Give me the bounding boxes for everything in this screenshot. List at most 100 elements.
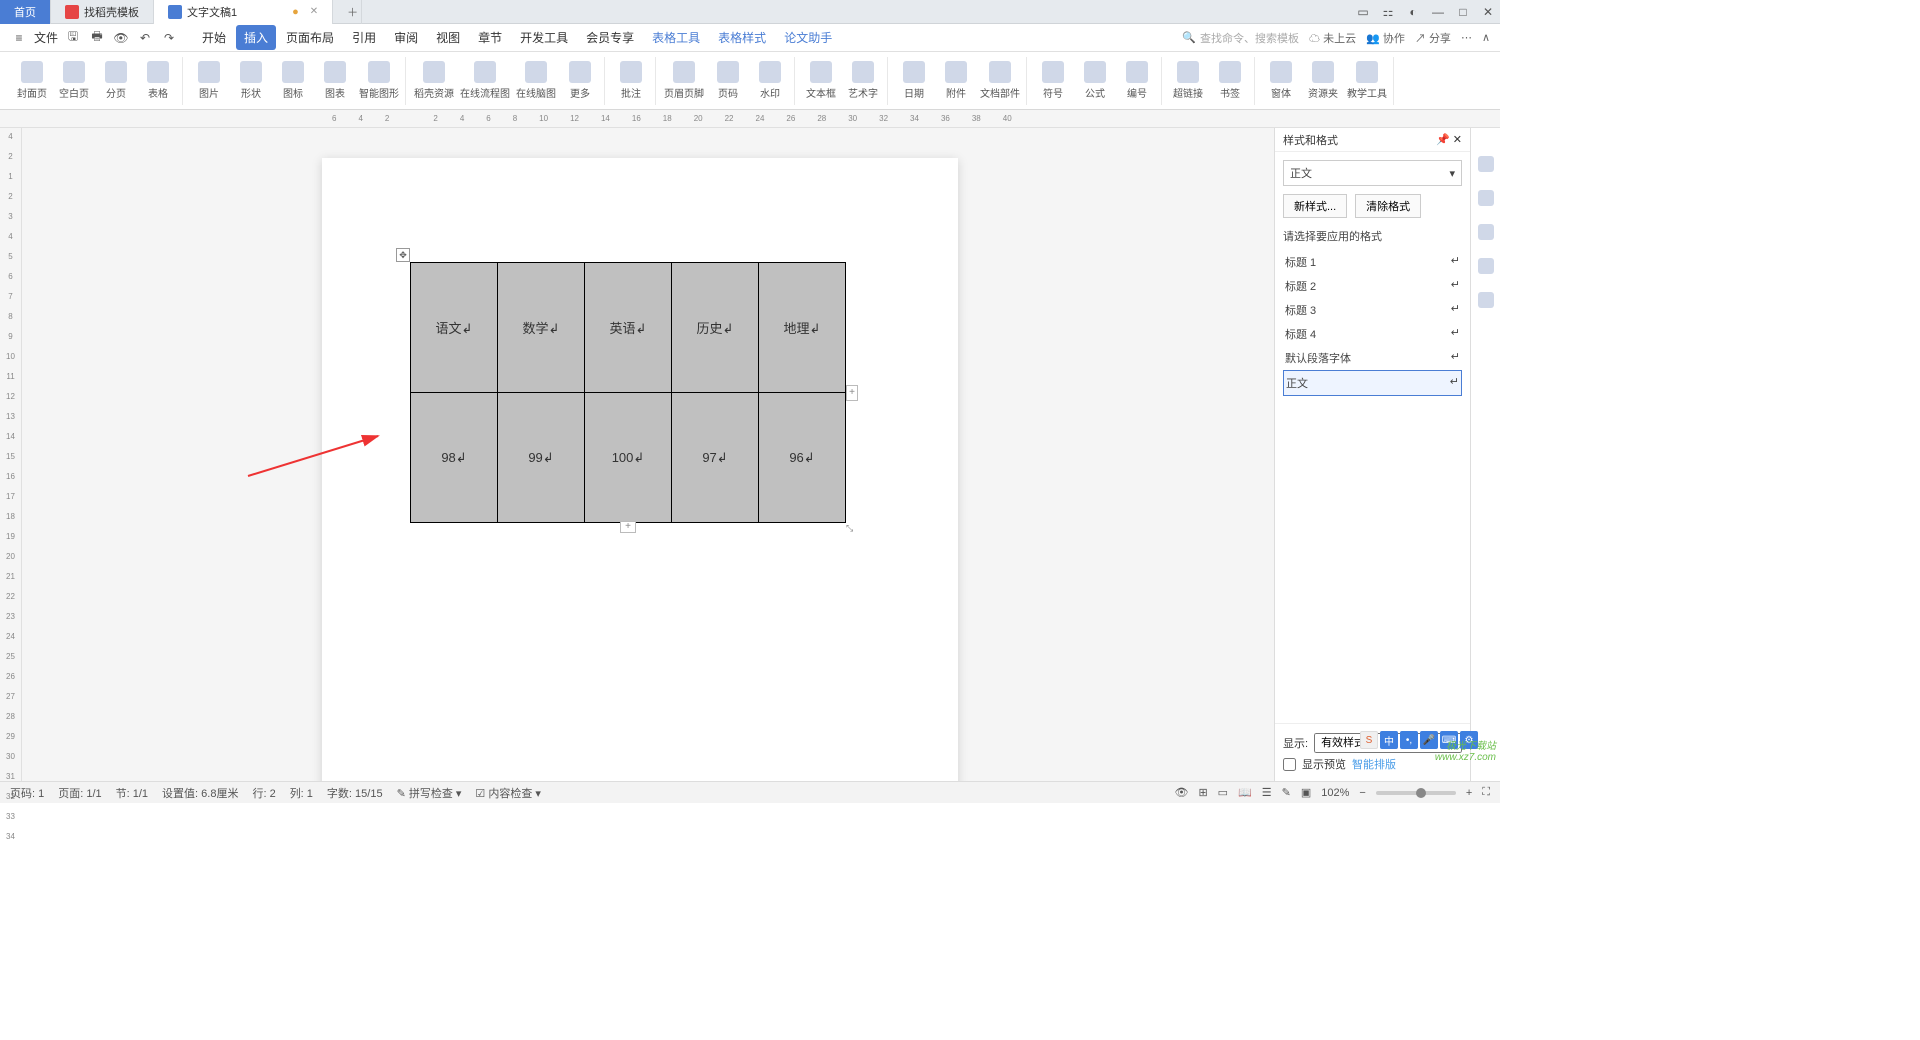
menu-tab-10[interactable]: 表格样式	[710, 25, 774, 50]
new-tab-button[interactable]: ＋	[333, 0, 362, 24]
menu-tab-4[interactable]: 审阅	[386, 25, 426, 50]
ribbon-文档部件[interactable]: 文档部件	[980, 61, 1020, 100]
ribbon-艺术字[interactable]: 艺术字	[845, 61, 881, 100]
menu-tab-11[interactable]: 论文助手	[776, 25, 840, 50]
table-cell[interactable]: 地理↲	[759, 263, 846, 393]
ribbon-公式[interactable]: 公式	[1077, 61, 1113, 100]
table-cell[interactable]: 数学↲	[498, 263, 585, 393]
menu-tab-2[interactable]: 页面布局	[278, 25, 342, 50]
cursor-icon[interactable]	[1478, 190, 1494, 206]
ribbon-更多[interactable]: 更多	[562, 61, 598, 100]
tab-home[interactable]: 首页	[0, 0, 51, 24]
ribbon-页码[interactable]: 页码	[710, 61, 746, 100]
style-item[interactable]: 正文↵	[1283, 370, 1462, 396]
document-area[interactable]: ✥ 语文↲数学↲英语↲历史↲地理↲ 98↲99↲100↲97↲96↲ + + ⤡	[22, 128, 1274, 781]
location-icon[interactable]	[1478, 258, 1494, 274]
page[interactable]: ✥ 语文↲数学↲英语↲历史↲地理↲ 98↲99↲100↲97↲96↲ + + ⤡	[322, 158, 958, 781]
ribbon-批注[interactable]: 批注	[613, 61, 649, 100]
ribbon-在线流程图[interactable]: 在线流程图	[460, 61, 510, 100]
ribbon-书签[interactable]: 书签	[1212, 61, 1248, 100]
menu-tab-0[interactable]: 开始	[194, 25, 234, 50]
view-grid-icon[interactable]: ⊞	[1198, 786, 1207, 799]
menubar-expand-icon[interactable]: ∧	[1482, 31, 1490, 44]
current-style-field[interactable]: 正文 ▾	[1283, 160, 1462, 186]
close-window-icon[interactable]: ✕	[1476, 0, 1500, 24]
view-web-icon[interactable]: ✎	[1282, 786, 1291, 799]
status-page[interactable]: 页面: 1/1	[58, 785, 101, 801]
add-col-button[interactable]: +	[846, 385, 858, 401]
table-cell[interactable]: 语文↲	[411, 263, 498, 393]
ribbon-附件[interactable]: 附件	[938, 61, 974, 100]
ribbon-智能图形[interactable]: 智能图形	[359, 61, 399, 100]
style-item[interactable]: 标题 4↵	[1283, 322, 1462, 346]
ribbon-图表[interactable]: 图表	[317, 61, 353, 100]
fullscreen-icon[interactable]: ⛶	[1482, 786, 1490, 799]
style-item[interactable]: 默认段落字体↵	[1283, 346, 1462, 370]
pin-icon[interactable]: 📌	[1436, 134, 1450, 146]
ribbon-稻壳资源[interactable]: 稻壳资源	[414, 61, 454, 100]
menu-tab-1[interactable]: 插入	[236, 25, 276, 50]
table-cell[interactable]: 100↲	[585, 393, 672, 523]
style-item[interactable]: 标题 3↵	[1283, 298, 1462, 322]
ribbon-教学工具[interactable]: 教学工具	[1347, 61, 1387, 100]
ribbon-空白页[interactable]: 空白页	[56, 61, 92, 100]
zoom-out-button[interactable]: −	[1359, 787, 1365, 799]
save-icon[interactable]: 🖫	[64, 29, 82, 47]
clear-format-button[interactable]: 清除格式	[1355, 194, 1421, 218]
maximize-icon[interactable]: □	[1451, 0, 1475, 24]
menu-tab-8[interactable]: 会员专享	[578, 25, 642, 50]
table-cell[interactable]: 英语↲	[585, 263, 672, 393]
status-pos[interactable]: 设置值: 6.8厘米	[162, 785, 238, 801]
undo-icon[interactable]: ↶	[136, 29, 154, 47]
status-section[interactable]: 节: 1/1	[116, 785, 148, 801]
menu-tab-3[interactable]: 引用	[344, 25, 384, 50]
ribbon-图片[interactable]: 图片	[191, 61, 227, 100]
panel-close-icon[interactable]: ✕	[1453, 134, 1462, 146]
zoom-slider[interactable]	[1376, 791, 1456, 795]
menu-tab-6[interactable]: 章节	[470, 25, 510, 50]
fit-icon[interactable]: ▣	[1301, 786, 1311, 799]
table-cell[interactable]: 99↲	[498, 393, 585, 523]
ribbon-日期[interactable]: 日期	[896, 61, 932, 100]
book-icon[interactable]	[1478, 292, 1494, 308]
share-button[interactable]: ↗ 分享	[1415, 30, 1451, 46]
ribbon-文本框[interactable]: 文本框	[803, 61, 839, 100]
ribbon-图标[interactable]: 图标	[275, 61, 311, 100]
view-read-icon[interactable]: 📖	[1238, 786, 1252, 799]
status-doccheck[interactable]: ☑ 内容检查 ▾	[475, 785, 541, 801]
status-line[interactable]: 行: 2	[252, 785, 275, 801]
menu-tab-5[interactable]: 视图	[428, 25, 468, 50]
ribbon-表格[interactable]: 表格	[140, 61, 176, 100]
ribbon-编号[interactable]: 编号	[1119, 61, 1155, 100]
table[interactable]: ✥ 语文↲数学↲英语↲历史↲地理↲ 98↲99↲100↲97↲96↲ + + ⤡	[410, 262, 846, 523]
status-col[interactable]: 列: 1	[290, 785, 313, 801]
table-cell[interactable]: 98↲	[411, 393, 498, 523]
coop-button[interactable]: 👥 协作	[1366, 30, 1405, 46]
table-cell[interactable]: 历史↲	[672, 263, 759, 393]
settings-icon[interactable]	[1478, 224, 1494, 240]
cloud-status[interactable]: ☁ 未上云	[1309, 30, 1356, 46]
ime-punct-icon[interactable]: •,	[1400, 731, 1418, 749]
view-page-icon[interactable]: ▭	[1218, 786, 1228, 799]
close-icon[interactable]: ✕	[310, 6, 318, 17]
zoom-value[interactable]: 102%	[1321, 787, 1349, 799]
layout-icon[interactable]: ▭	[1351, 0, 1375, 24]
status-spell[interactable]: ✎ 拼写检查 ▾	[397, 785, 462, 801]
ribbon-水印[interactable]: 水印	[752, 61, 788, 100]
ribbon-页眉页脚[interactable]: 页眉页脚	[664, 61, 704, 100]
ribbon-封面页[interactable]: 封面页	[14, 61, 50, 100]
ime-lang[interactable]: 中	[1380, 731, 1398, 749]
table-move-handle[interactable]: ✥	[396, 248, 410, 262]
add-row-button[interactable]: +	[620, 521, 636, 533]
apps-icon[interactable]: ⚏	[1376, 0, 1400, 24]
redo-icon[interactable]: ↷	[160, 29, 178, 47]
table-resize-handle[interactable]: ⤡	[846, 523, 856, 533]
ribbon-符号[interactable]: 符号	[1035, 61, 1071, 100]
menu-tab-9[interactable]: 表格工具	[644, 25, 708, 50]
file-menu[interactable]: 文件	[34, 29, 58, 46]
command-search[interactable]: 🔍 查找命令、搜索模板	[1182, 30, 1299, 46]
view-outline-icon[interactable]: ☰	[1262, 786, 1272, 799]
style-item[interactable]: 标题 2↵	[1283, 274, 1462, 298]
menubar-more-icon[interactable]: ⋯	[1461, 31, 1472, 44]
style-item[interactable]: 标题 1↵	[1283, 250, 1462, 274]
